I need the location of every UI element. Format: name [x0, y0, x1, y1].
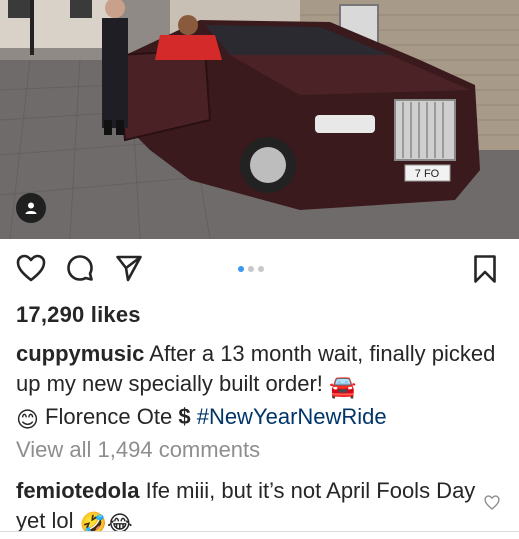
post-action-bar: [0, 244, 519, 296]
post-caption: cuppymusic After a 13 month wait, finall…: [16, 339, 511, 435]
view-all-comments-link[interactable]: View all 1,494 comments: [16, 437, 260, 463]
like-heart-icon[interactable]: [16, 254, 46, 282]
comment-like-heart-icon[interactable]: [484, 495, 500, 510]
share-direct-icon[interactable]: [115, 254, 143, 282]
likes-count[interactable]: 17,290 likes: [16, 302, 141, 328]
post-photo[interactable]: 7 FO: [0, 0, 519, 239]
hashtag-link[interactable]: #NewYearNewRide: [197, 404, 387, 429]
comment-item: femiotedola Ife miii, but it’s not April…: [16, 476, 476, 539]
carousel-dot: [248, 266, 254, 272]
carousel-dot-active: [238, 266, 244, 272]
carousel-dot: [258, 266, 264, 272]
dollar-sign: $: [178, 404, 191, 429]
smile-emoji: 😊: [16, 407, 39, 432]
license-plate-text: 7 FO: [415, 168, 440, 180]
user-tag-icon: [25, 202, 37, 214]
caption-username[interactable]: cuppymusic: [16, 341, 144, 366]
carousel-indicator: [238, 266, 264, 272]
comment-username[interactable]: femiotedola: [16, 478, 139, 503]
save-bookmark-icon[interactable]: [473, 254, 497, 284]
tagged-users-button[interactable]: [16, 193, 46, 223]
car-photo-illustration: 7 FO: [0, 0, 519, 239]
caption-text-2: Florence Ote: [38, 404, 179, 429]
car-emoji: 🚘: [329, 374, 357, 399]
comment-icon[interactable]: [66, 254, 94, 282]
